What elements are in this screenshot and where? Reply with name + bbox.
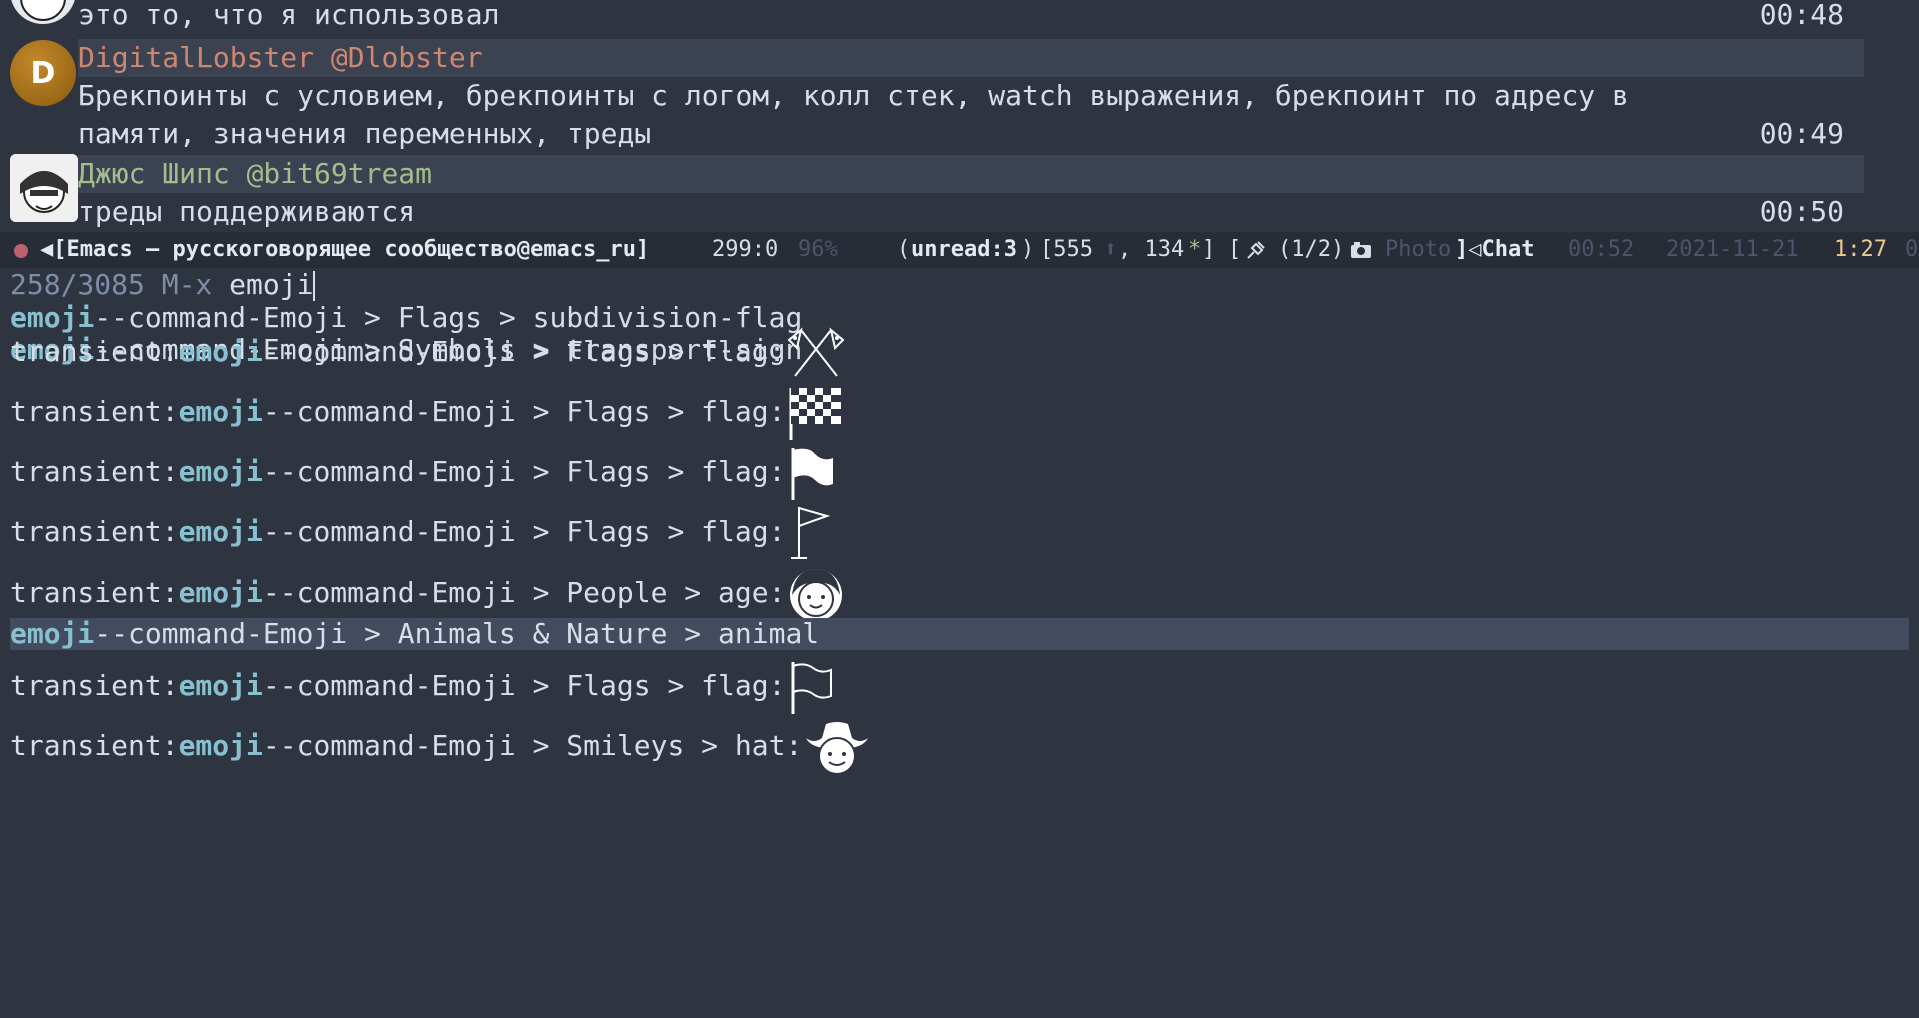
date: 2021-11-21 xyxy=(1666,237,1799,262)
message-text: это то, что я использовал xyxy=(78,0,500,31)
candidate-text: --command-Emoji > Smileys > hat: xyxy=(262,729,803,762)
completion-candidate[interactable]: transient:emoji--command-Emoji > Flags >… xyxy=(10,322,1909,382)
sender-name[interactable]: DigitalLobster xyxy=(78,41,314,74)
candidate-prefix: transient: xyxy=(10,515,179,548)
minibuffer-input[interactable]: emoji xyxy=(229,268,313,301)
candidate-match: emoji xyxy=(178,669,263,702)
pinned-count[interactable]: (1/2) xyxy=(1278,232,1344,268)
candidate-text: --command-Emoji > Flags > flag: xyxy=(262,395,786,428)
candidate-match: emoji xyxy=(178,455,263,488)
pin-icon xyxy=(1244,232,1268,268)
candidate-text: --command-Emoji > Animals & Nature > ani… xyxy=(94,617,820,650)
avatar: D xyxy=(10,40,76,106)
sender-handle[interactable]: @Dlobster xyxy=(331,41,483,74)
crossed-flags-icon xyxy=(787,324,845,382)
avatar-letter: D xyxy=(30,55,56,91)
mention-icon: ⬆ xyxy=(1104,237,1118,262)
photo-icon xyxy=(1350,232,1372,268)
candidate-prefix: transient: xyxy=(10,669,179,702)
white-flag-icon xyxy=(787,658,845,716)
message-sender[interactable]: DigitalLobster @Dlobster xyxy=(78,39,1864,77)
message-body: это то, что я использовал 00:48 xyxy=(78,0,1859,34)
modified-indicator-icon xyxy=(14,244,28,258)
completion-candidate[interactable]: transient:emoji--command-Emoji > Flags >… xyxy=(10,656,1909,716)
sender-handle[interactable]: @bit69tream xyxy=(247,157,432,190)
message-body: треды поддерживаются 00:50 xyxy=(78,193,1859,231)
checkered-flag-icon xyxy=(787,384,845,442)
completion-candidate[interactable]: transient:emoji--command-Emoji > Flags >… xyxy=(10,502,1909,562)
buffer-name[interactable]: ◀[Emacs — русскоговорящее сообщество@ema… xyxy=(40,232,649,268)
pinned-open: [ xyxy=(1228,237,1242,262)
candidate-text: --command-Emoji > Flags > flag: xyxy=(262,455,786,488)
avatar xyxy=(10,154,78,222)
candidate-prefix: transient: xyxy=(10,576,179,609)
reaction-star: * xyxy=(1188,237,1202,262)
completion-candidate[interactable]: transient:emoji--command-Emoji > Flags >… xyxy=(10,442,1909,502)
candidate-prefix: transient: xyxy=(10,335,179,368)
candidate-text: --command-Emoji > Flags > flag: xyxy=(262,335,786,368)
message-text: Брекпоинты с условием, брекпоинты с лого… xyxy=(78,79,1629,112)
buffer-percent: 96% xyxy=(798,237,838,262)
message-counts-sep: , 134 xyxy=(1118,237,1185,262)
waving-flag-icon xyxy=(787,444,845,502)
counts-close: ] xyxy=(1202,237,1216,262)
message-counts: [555 xyxy=(1040,237,1093,262)
candidate-match: emoji xyxy=(10,617,95,650)
chat-buffer: это то, что я использовал 00:48 D Digita… xyxy=(0,0,1919,230)
candidate-text: --command-Emoji > People > age: xyxy=(262,576,786,609)
message-sender[interactable]: Джюс Шипс @bit69tream xyxy=(78,155,1864,193)
candidate-match: emoji xyxy=(178,395,263,428)
message-time: 00:49 xyxy=(1759,117,1844,150)
completion-candidate[interactable]: transient:emoji--command-Emoji > Smileys… xyxy=(10,716,1909,776)
text-cursor xyxy=(313,271,316,301)
child-face-icon xyxy=(787,565,845,623)
completion-candidate[interactable]: transient:emoji--command-Emoji > People … xyxy=(10,563,1909,623)
completion-candidate[interactable]: emoji--command-Emoji > Animals & Nature … xyxy=(10,618,1909,650)
chat-label: ]◁Chat xyxy=(1455,237,1535,262)
candidate-prefix: transient: xyxy=(10,729,179,762)
message-body: памяти, значения переменных, треды 00:49 xyxy=(78,115,1859,153)
unread-count[interactable]: unread:3 xyxy=(911,232,1017,268)
completion-candidate[interactable]: transient:emoji--command-Emoji > Flags >… xyxy=(10,382,1909,442)
cursor-position: 299:0 xyxy=(712,237,779,262)
clock: 1:27 xyxy=(1834,237,1887,262)
mode-line: ◀[Emacs — русскоговорящее сообщество@ema… xyxy=(0,232,1919,268)
emacs-frame: это то, что я использовал 00:48 D Digita… xyxy=(0,0,1919,1018)
message-text: памяти, значения переменных, треды xyxy=(78,117,652,150)
unread-open: ( xyxy=(897,237,911,262)
triangular-flag-icon xyxy=(787,504,845,562)
message-text: треды поддерживаются xyxy=(78,195,416,228)
avatar xyxy=(10,0,76,24)
cowboy-face-icon xyxy=(804,718,870,776)
candidate-text: --command-Emoji > Flags > flag: xyxy=(262,515,786,548)
message-time: 00:48 xyxy=(1759,0,1844,31)
candidate-prefix: transient: xyxy=(10,455,179,488)
unread-close: ) xyxy=(1021,237,1035,262)
candidate-prefix: transient: xyxy=(10,395,179,428)
candidate-count: 258/3085 xyxy=(10,268,145,301)
candidate-text: --command-Emoji > Flags > flag: xyxy=(262,669,786,702)
message-time: 00:50 xyxy=(1759,195,1844,228)
prompt-label: M-x xyxy=(161,268,213,301)
message-body: Брекпоинты с условием, брекпоинты с лого… xyxy=(78,77,1859,115)
sender-name[interactable]: Джюс Шипс xyxy=(78,157,230,190)
candidate-match: emoji xyxy=(178,729,263,762)
pinned-photo-label: Photo xyxy=(1385,237,1452,262)
last-activity-time: 00:52 xyxy=(1568,237,1635,262)
mode-line-tail: 0 xyxy=(1905,237,1919,262)
candidate-match: emoji xyxy=(178,335,263,368)
candidate-match: emoji xyxy=(178,515,263,548)
candidate-match: emoji xyxy=(178,576,263,609)
